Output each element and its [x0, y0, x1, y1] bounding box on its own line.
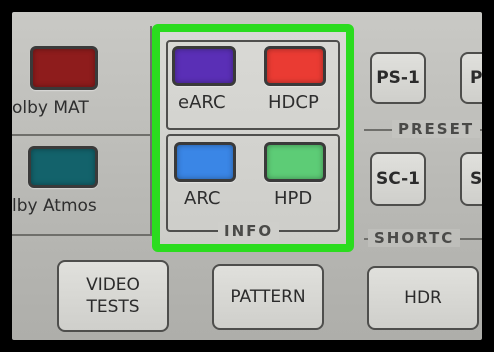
video-tests-line1: VIDEO: [86, 275, 140, 295]
left-divider-top: [12, 134, 152, 136]
preset-section-label: PRESET: [392, 120, 481, 138]
video-tests-line2: TESTS: [86, 297, 140, 317]
dolby-mat-label: olby MAT: [12, 98, 89, 118]
dolby-atmos-label: lby Atmos: [12, 196, 97, 216]
shortcut-section-label: SHORTC: [368, 229, 461, 247]
preset-2-button[interactable]: P: [460, 52, 482, 104]
info-highlight-frame: [152, 24, 354, 252]
pattern-button[interactable]: PATTERN: [212, 264, 324, 330]
shortcut-2-button[interactable]: S: [460, 152, 482, 206]
left-divider-bottom: [12, 234, 152, 236]
dolby-mat-indicator[interactable]: [30, 46, 98, 90]
video-tests-button[interactable]: VIDEO TESTS: [57, 260, 169, 332]
dolby-atmos-indicator[interactable]: [28, 146, 98, 188]
hdr-button[interactable]: HDR: [367, 266, 479, 330]
preset-1-button[interactable]: PS-1: [370, 52, 426, 104]
shortcut-1-button[interactable]: SC-1: [370, 152, 426, 206]
